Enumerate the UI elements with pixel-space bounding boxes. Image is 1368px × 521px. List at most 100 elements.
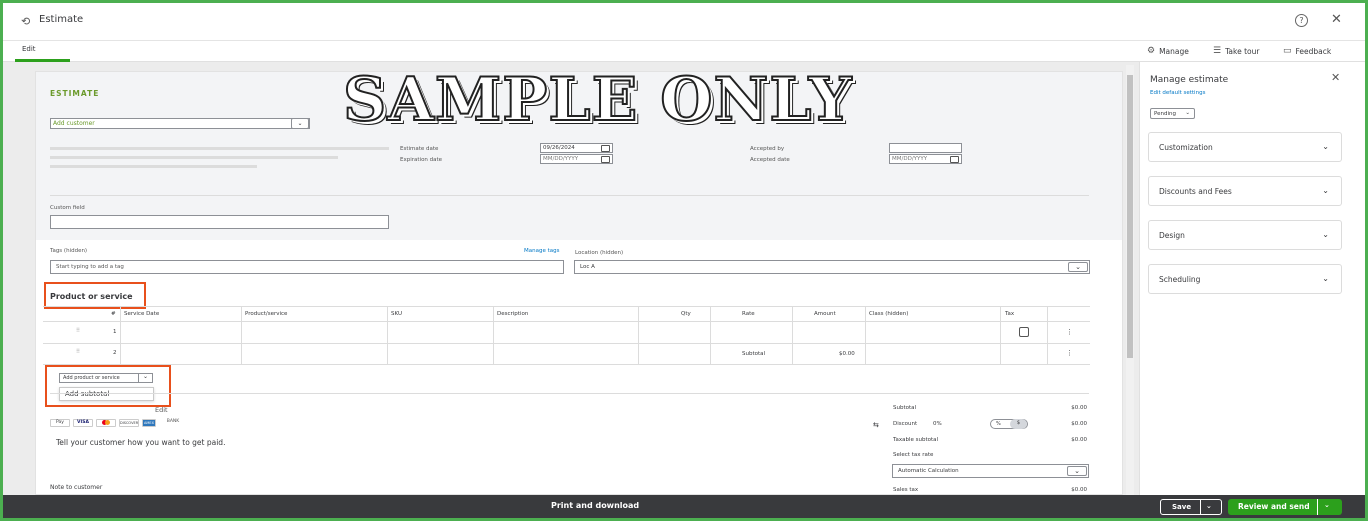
mastercard-logo: [96, 419, 116, 427]
take-tour-button[interactable]: ☰ Take tour: [1213, 46, 1259, 56]
estimate-date-input[interactable]: 09/26/2024: [540, 143, 613, 153]
print-and-download-button[interactable]: Print and download: [551, 501, 639, 510]
tour-icon: ☰: [1213, 46, 1222, 56]
accepted-by-input[interactable]: [889, 143, 962, 153]
sample-watermark: SAMPLE ONLY: [342, 64, 853, 136]
expiration-date-placeholder: MM/DD/YYYY: [543, 156, 579, 162]
edit-default-settings-link[interactable]: Edit default settings: [1150, 90, 1205, 96]
calendar-icon[interactable]: [601, 156, 610, 163]
accordion-design[interactable]: Design ⌄: [1148, 220, 1342, 250]
estimate-date-label: Estimate date: [400, 146, 439, 152]
apple-pay-logo: Pay: [50, 419, 70, 427]
review-and-send-label: Review and send: [1238, 502, 1310, 511]
discount-reorder-icon[interactable]: ⇆: [873, 421, 879, 429]
scrollbar-thumb[interactable]: [1127, 75, 1133, 358]
drag-handle-icon[interactable]: ⠿: [76, 349, 80, 355]
column-border: [710, 306, 711, 365]
feedback-icon: ▭: [1283, 46, 1292, 56]
tax-rate-label: Select tax rate: [893, 452, 934, 458]
calendar-icon[interactable]: [950, 156, 959, 163]
expiration-date-input[interactable]: MM/DD/YYYY: [540, 154, 613, 164]
gear-icon: ⚙: [1147, 46, 1156, 56]
placeholder-line: [50, 147, 389, 150]
column-border: [387, 306, 388, 365]
accordion-discounts-and-fees[interactable]: Discounts and Fees ⌄: [1148, 176, 1342, 206]
tax-rate-select[interactable]: Automatic Calculation ⌄: [892, 464, 1089, 478]
customer-select[interactable]: Add customer ⌄: [50, 118, 310, 129]
chevron-down-icon: ⌄: [1067, 466, 1087, 476]
review-and-send-button[interactable]: Review and send ⌄: [1228, 499, 1342, 515]
subtotal-row-amount: $0.00: [839, 351, 855, 357]
column-border: [792, 306, 793, 365]
column-header-rate: Rate: [742, 311, 755, 317]
estimate-date-value: 09/26/2024: [543, 145, 575, 151]
help-icon[interactable]: ?: [1295, 14, 1308, 27]
more-icon[interactable]: ⋮: [1066, 349, 1073, 357]
chevron-down-icon[interactable]: ⌄: [138, 373, 152, 383]
form-heading: ESTIMATE: [50, 89, 100, 98]
sidebar-title: Manage estimate: [1150, 75, 1229, 85]
custom-field-label: Custom field: [50, 205, 85, 211]
payment-edit-link[interactable]: Edit: [155, 406, 168, 414]
expiration-date-label: Expiration date: [400, 157, 443, 163]
taxable-subtotal-label: Taxable subtotal: [893, 437, 939, 443]
discount-percent[interactable]: 0%: [933, 421, 942, 427]
discount-type-toggle[interactable]: % $: [990, 419, 1028, 429]
drag-handle-icon[interactable]: ⠿: [76, 328, 80, 334]
save-label: Save: [1172, 503, 1192, 511]
note-label: Note to customer: [50, 484, 103, 491]
button-divider: [1317, 499, 1318, 515]
placeholder-line: [50, 156, 338, 159]
chevron-down-icon[interactable]: ⌄: [1324, 501, 1330, 509]
sales-tax-label: Sales tax: [893, 487, 919, 493]
column-border: [638, 306, 639, 365]
accordion-label: Scheduling: [1159, 275, 1201, 284]
manage-tags-link[interactable]: Manage tags: [524, 248, 559, 254]
dollar-option[interactable]: $: [1010, 419, 1027, 429]
tax-checkbox[interactable]: [1019, 327, 1029, 337]
column-header-sku: SKU: [391, 311, 402, 317]
button-divider: [1200, 500, 1201, 514]
tags-input[interactable]: Start typing to add a tag: [50, 260, 564, 274]
more-icon[interactable]: ⋮: [1066, 328, 1073, 336]
accordion-label: Discounts and Fees: [1159, 187, 1232, 196]
add-product-button[interactable]: Add product or service ⌄: [59, 373, 153, 383]
column-header-tax: Tax: [1005, 311, 1015, 317]
add-subtotal-menu-item[interactable]: Add subtotal: [59, 387, 154, 401]
custom-field-input[interactable]: [50, 215, 389, 229]
payment-message: Tell your customer how you want to get p…: [56, 438, 226, 447]
column-border: [241, 306, 242, 365]
tab-edit[interactable]: Edit: [22, 45, 36, 53]
status-value: Pending: [1154, 111, 1176, 117]
visa-logo: VISA: [73, 419, 93, 427]
sales-tax-value: $0.00: [1071, 487, 1087, 493]
history-icon[interactable]: ⟲: [21, 15, 33, 28]
status-select[interactable]: Pending ⌄: [1150, 108, 1195, 119]
chevron-down-icon: ⌄: [1185, 110, 1190, 116]
accordion-customization[interactable]: Customization ⌄: [1148, 132, 1342, 162]
column-header-description: Description: [497, 311, 529, 317]
chevron-down-icon[interactable]: ⌄: [1206, 502, 1212, 510]
manage-button[interactable]: ⚙ Manage: [1147, 46, 1189, 56]
subtotal-label: Subtotal: [893, 405, 917, 411]
column-border: [1047, 306, 1048, 365]
chevron-down-icon: ⌄: [1322, 142, 1329, 151]
customer-placeholder: Add customer: [53, 120, 95, 127]
title-bar: [3, 3, 1365, 41]
manage-label: Manage: [1159, 46, 1189, 56]
percent-option[interactable]: %: [996, 421, 1001, 427]
feedback-button[interactable]: ▭ Feedback: [1283, 46, 1331, 56]
calendar-icon[interactable]: [601, 145, 610, 152]
accordion-scheduling[interactable]: Scheduling ⌄: [1148, 264, 1342, 294]
column-header-class: Class (hidden): [869, 311, 909, 317]
close-icon[interactable]: ✕: [1331, 12, 1342, 27]
row-number: 1: [113, 329, 117, 335]
location-select[interactable]: Loc A ⌄: [574, 260, 1090, 274]
app-window: ⟲ Estimate ? ✕ Edit ⚙ Manage ☰ Take tour…: [0, 0, 1368, 521]
accepted-date-input[interactable]: MM/DD/YYYY: [889, 154, 962, 164]
close-icon[interactable]: ✕: [1331, 71, 1340, 84]
column-header-amount: Amount: [814, 311, 836, 317]
chevron-down-icon: ⌄: [1322, 274, 1329, 283]
save-button[interactable]: Save ⌄: [1160, 499, 1222, 515]
discover-logo: DISCOVER: [119, 419, 139, 427]
